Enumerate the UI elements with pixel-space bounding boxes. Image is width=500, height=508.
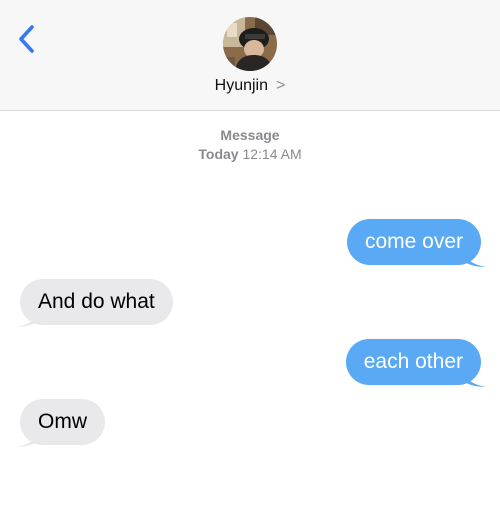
timestamp-time: 12:14 AM [242, 146, 302, 162]
message-bubble-incoming[interactable]: And do what [20, 279, 173, 325]
conversation-meta: Message Today 12:14 AM [0, 126, 500, 164]
message-text: each other [363, 350, 463, 373]
conversation-header: Hyunjin > [0, 0, 500, 111]
service-label: Message [220, 127, 280, 143]
contact-name-button[interactable]: Hyunjin > [0, 77, 500, 95]
avatar-image [223, 17, 277, 71]
contact-avatar[interactable] [223, 17, 277, 71]
chevron-left-icon [19, 25, 34, 53]
message-text: And do what [38, 290, 155, 313]
message-text: Omw [38, 410, 87, 433]
contact-name: Hyunjin [214, 77, 268, 94]
message-bubble-outgoing[interactable]: each other [345, 339, 481, 385]
message-bubble-incoming[interactable]: Omw [20, 399, 105, 445]
timestamp: Today 12:14 AM [0, 145, 500, 164]
timestamp-day: Today [198, 146, 239, 162]
back-button[interactable] [14, 22, 42, 56]
message-bubble-outgoing[interactable]: come over [346, 219, 481, 265]
message-text: come over [364, 230, 463, 253]
chevron-right-icon: > [276, 77, 286, 94]
